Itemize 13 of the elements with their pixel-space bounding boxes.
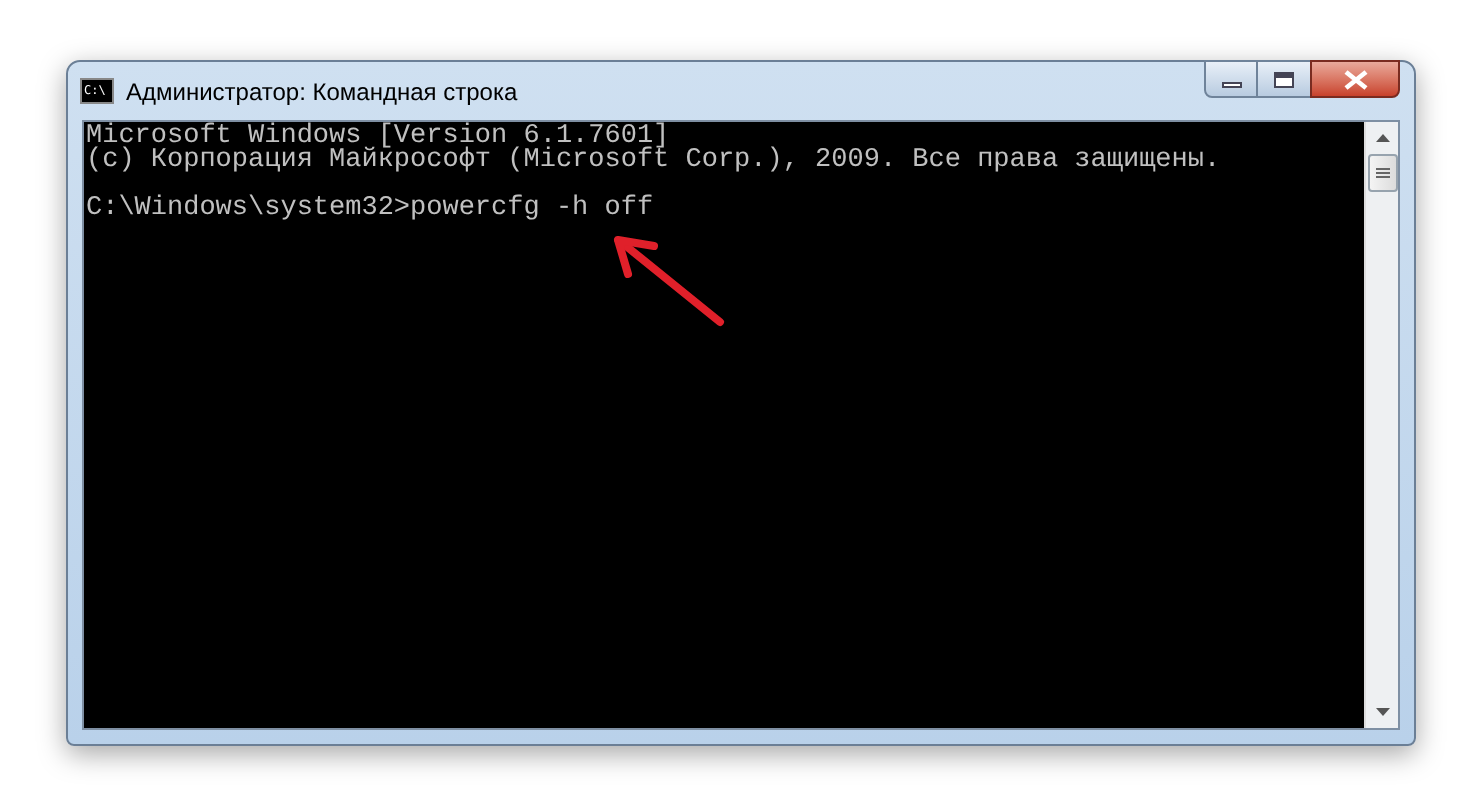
minimize-button[interactable] — [1204, 60, 1258, 98]
scroll-down-icon[interactable] — [1375, 708, 1389, 716]
scroll-up-icon[interactable] — [1375, 134, 1389, 142]
close-button[interactable] — [1310, 60, 1400, 98]
close-icon — [1343, 69, 1367, 89]
maximize-icon — [1274, 71, 1294, 87]
maximize-button[interactable] — [1258, 60, 1310, 98]
window-title: Администратор: Командная строка — [126, 75, 518, 109]
console-line: (c) Корпорация Майкрософт (Microsoft Corp.), 2009. Все права защищены. — [86, 150, 1221, 174]
scroll-thumb[interactable] — [1367, 154, 1397, 192]
minimize-icon — [1221, 81, 1241, 87]
scrollbar[interactable] — [1364, 122, 1398, 728]
console-line: C:\Windows\system32>powercfg -h off — [86, 198, 654, 222]
